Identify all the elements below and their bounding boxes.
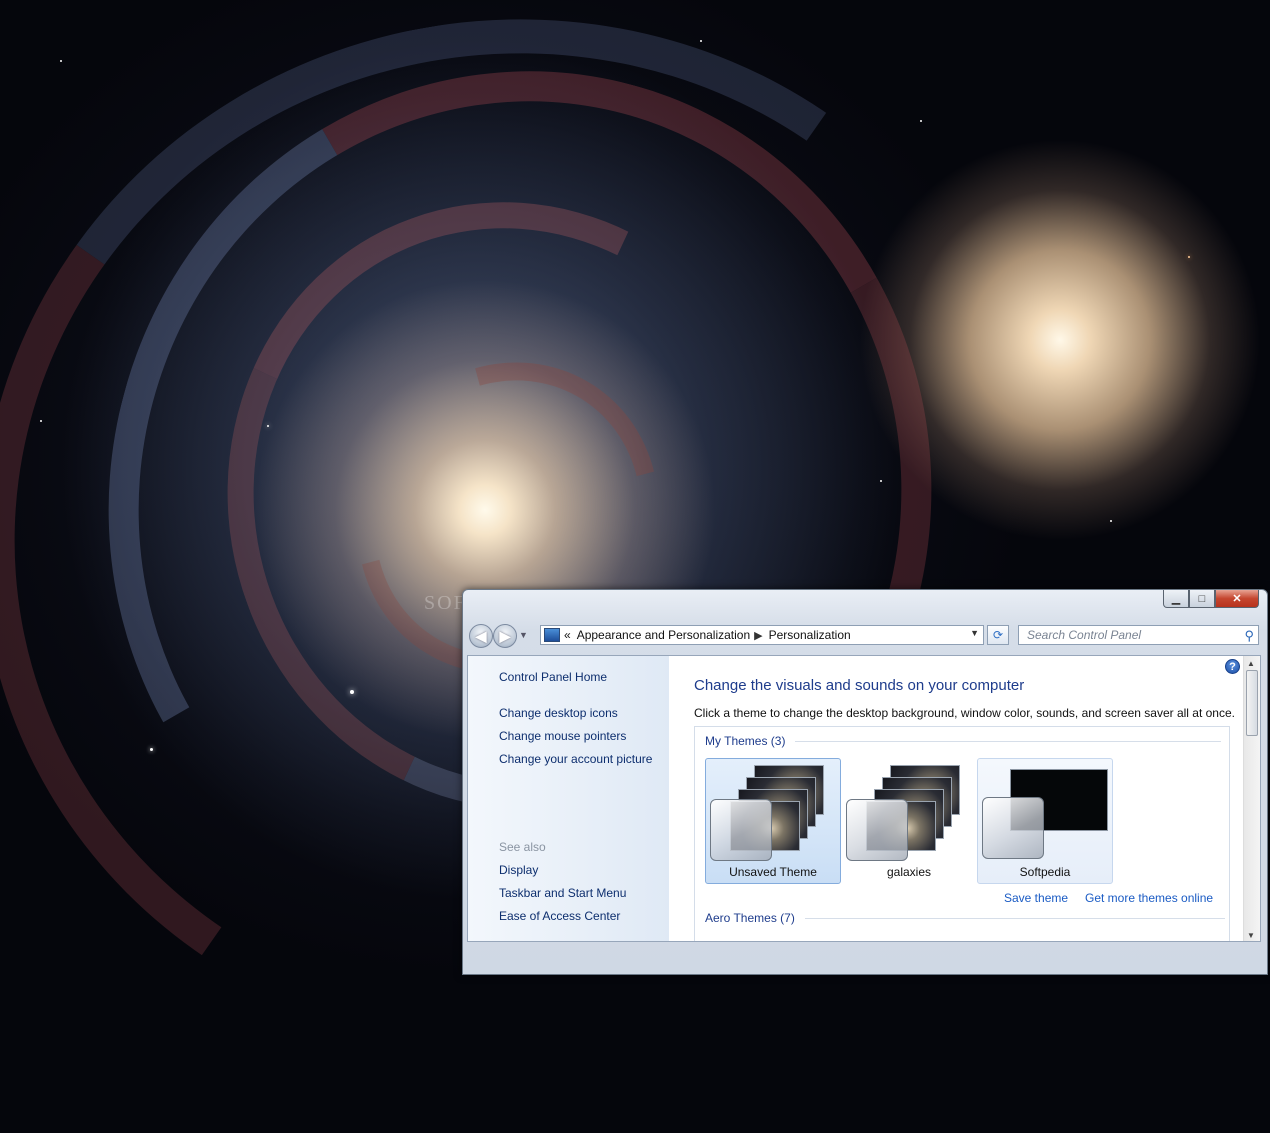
- star: [880, 480, 882, 482]
- get-more-themes-link[interactable]: Get more themes online: [1085, 891, 1213, 905]
- content-area: Control Panel Home Change desktop icons …: [467, 655, 1261, 942]
- address-bar[interactable]: « Appearance and Personalization ▶ Perso…: [540, 625, 984, 645]
- vertical-scrollbar[interactable]: ▲ ▼: [1243, 656, 1260, 941]
- star: [150, 748, 153, 751]
- page-title: Change the visuals and sounds on your co…: [694, 677, 1025, 694]
- group-header-my-themes[interactable]: My Themes (3): [705, 734, 1222, 748]
- theme-tile-unsaved[interactable]: Unsaved Theme: [705, 758, 841, 884]
- help-icon[interactable]: ?: [1225, 659, 1240, 674]
- sidebar-link-control-panel-home[interactable]: Control Panel Home: [499, 670, 607, 684]
- personalization-window: ▁ □ ✕ ◀ ▶ ▼ « Appearance and Personaliza…: [462, 589, 1268, 975]
- theme-thumbnail: [982, 765, 1110, 861]
- minimize-button[interactable]: ▁: [1163, 590, 1189, 608]
- navigation-bar: ◀ ▶ ▼ « Appearance and Personalization ▶…: [467, 624, 1263, 648]
- sidebar-link-taskbar[interactable]: Taskbar and Start Menu: [499, 886, 626, 900]
- my-themes-label: My Themes (3): [705, 734, 786, 748]
- sidebar-link-ease-of-access[interactable]: Ease of Access Center: [499, 909, 620, 923]
- sidebar-link-display[interactable]: Display: [499, 863, 538, 877]
- scroll-thumb[interactable]: [1246, 670, 1258, 736]
- save-theme-link[interactable]: Save theme: [1004, 891, 1068, 905]
- star: [40, 420, 42, 422]
- close-button[interactable]: ✕: [1215, 590, 1259, 608]
- group-divider: [804, 917, 1225, 919]
- search-box[interactable]: ⚲: [1018, 625, 1259, 645]
- caption-buttons: ▁ □ ✕: [1163, 590, 1259, 609]
- window-color-swatch: [982, 797, 1044, 859]
- star: [267, 425, 269, 427]
- close-icon: ✕: [1232, 593, 1242, 605]
- aero-themes-label: Aero Themes (7): [705, 911, 795, 925]
- maximize-button[interactable]: □: [1189, 590, 1215, 608]
- star: [1188, 256, 1190, 258]
- see-also-heading: See also: [499, 840, 546, 854]
- star: [920, 120, 922, 122]
- star: [350, 690, 354, 694]
- window-color-swatch: [710, 799, 772, 861]
- forward-button[interactable]: ▶: [493, 624, 517, 648]
- star: [60, 60, 62, 62]
- forward-arrow-icon: ▶: [499, 627, 511, 644]
- maximize-icon: □: [1198, 592, 1206, 605]
- address-dropdown-icon[interactable]: ▼: [970, 628, 979, 638]
- theme-tile-softpedia[interactable]: Softpedia: [977, 758, 1113, 884]
- star: [700, 40, 702, 42]
- control-panel-icon: [544, 628, 560, 642]
- main-panel: ? Change the visuals and sounds on your …: [669, 656, 1244, 941]
- status-bar: [467, 946, 1261, 970]
- refresh-icon: ⟳: [992, 628, 1004, 642]
- themes-list: My Themes (3) Unsaved Theme galaxies Sof…: [694, 726, 1230, 941]
- search-input[interactable]: [1025, 627, 1229, 643]
- search-icon[interactable]: ⚲: [1244, 628, 1254, 644]
- sidebar-link-account-picture[interactable]: Change your account picture: [499, 752, 652, 766]
- sidebar-link-mouse-pointers[interactable]: Change mouse pointers: [499, 729, 626, 743]
- breadcrumb-appearance[interactable]: Appearance and Personalization: [577, 628, 750, 642]
- sidebar-link-desktop-icons[interactable]: Change desktop icons: [499, 706, 618, 720]
- group-divider: [795, 740, 1222, 742]
- minimize-icon: ▁: [1171, 593, 1181, 605]
- breadcrumb-overflow[interactable]: «: [564, 628, 571, 642]
- breadcrumb-personalization[interactable]: Personalization: [769, 628, 851, 642]
- star: [1110, 520, 1112, 522]
- recent-pages-button[interactable]: ▼: [519, 630, 528, 640]
- refresh-button[interactable]: ⟳: [987, 625, 1009, 645]
- theme-name: Unsaved Theme: [729, 865, 817, 879]
- breadcrumb-separator-icon[interactable]: ▶: [754, 629, 762, 642]
- scroll-down-arrow-icon[interactable]: ▼: [1247, 931, 1255, 940]
- theme-name: Softpedia: [1019, 865, 1071, 879]
- theme-tile-galaxies[interactable]: galaxies: [841, 758, 977, 884]
- back-button[interactable]: ◀: [469, 624, 493, 648]
- theme-thumbnail: [710, 765, 838, 861]
- back-arrow-icon: ◀: [475, 627, 487, 644]
- sidebar: Control Panel Home Change desktop icons …: [468, 656, 669, 941]
- window-color-swatch: [846, 799, 908, 861]
- page-subtitle: Click a theme to change the desktop back…: [694, 706, 1235, 720]
- scroll-up-arrow-icon[interactable]: ▲: [1247, 659, 1255, 668]
- theme-name: galaxies: [886, 865, 932, 879]
- group-header-aero-themes[interactable]: Aero Themes (7): [705, 911, 1225, 925]
- theme-thumbnail: [846, 765, 974, 861]
